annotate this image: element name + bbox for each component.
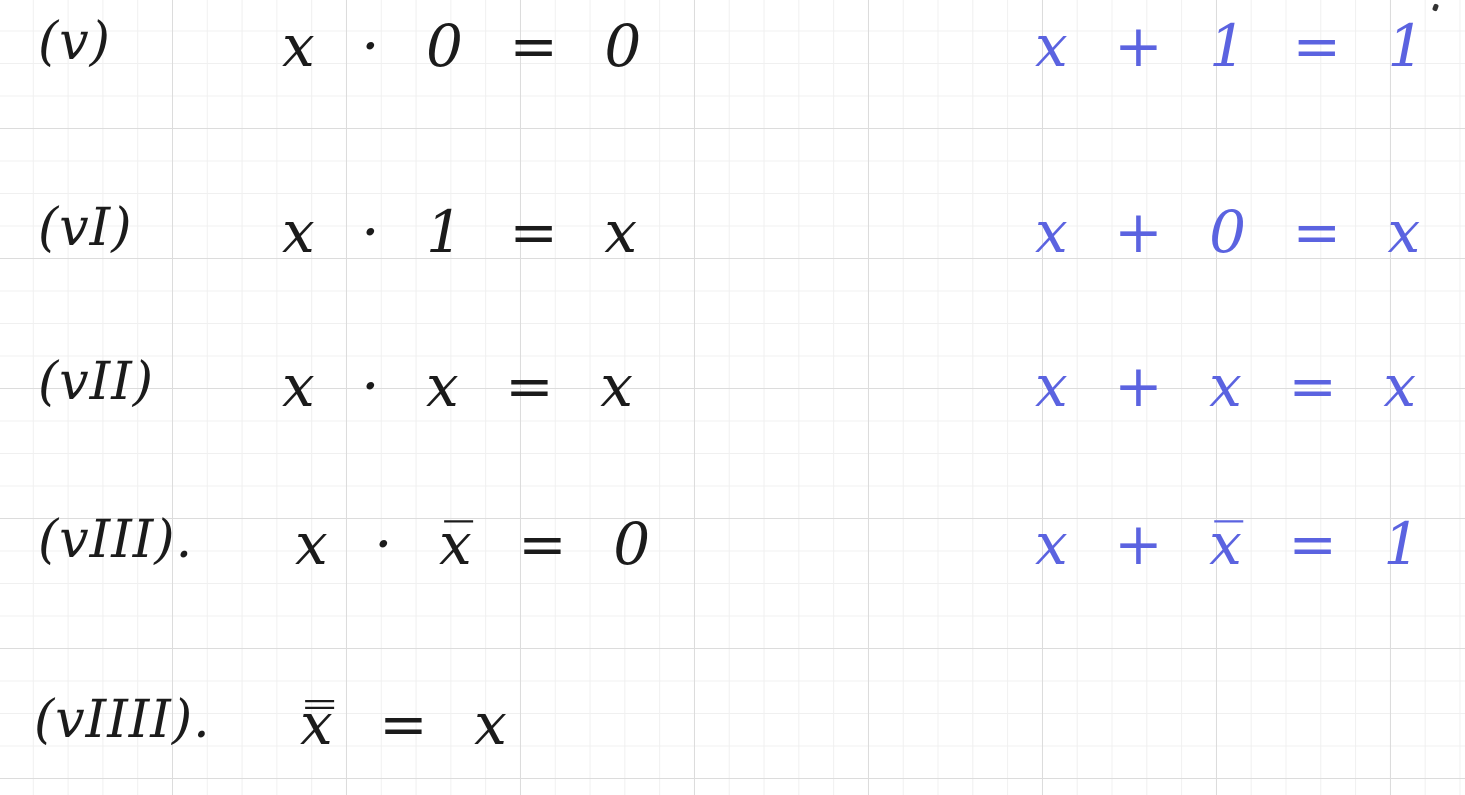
law-label: (v) [38,12,111,72]
law-expression: x̿ = x [300,690,521,758]
law-label: (vI) [38,198,133,258]
law-label: (vII) [38,352,155,412]
law-expression: x · 1 = x [282,198,652,266]
law-row-viii: (vIII). x · x̅ = 0 x + x̅ = 1 [0,500,1465,590]
law-label: (vIIII). [34,690,211,750]
law-row-vi: (vI) x · 1 = x x + 0 = x [0,188,1465,278]
dual-law-expression: x + x̅ = 1 [1035,510,1435,578]
dual-law-expression: x + x = x [1035,352,1431,420]
law-row-v: (v) x · 0 = 0 x + 1 = 1 [0,2,1465,92]
law-expression: x · x = x [282,352,647,420]
law-row-vii: (vII) x · x = x x + x = x [0,342,1465,432]
grid-paper-page: (v) x · 0 = 0 x + 1 = 1 (vI) x · 1 = x x… [0,0,1465,795]
law-expression: x · 0 = 0 [282,12,656,80]
dual-law-expression: x + 1 = 1 [1035,12,1439,80]
dual-law-expression: x + 0 = x [1035,198,1435,266]
law-expression: x · x̅ = 0 [295,510,665,578]
law-row-viiii: (vIIII). x̿ = x [0,680,1465,770]
law-label: (vIII). [38,510,194,570]
